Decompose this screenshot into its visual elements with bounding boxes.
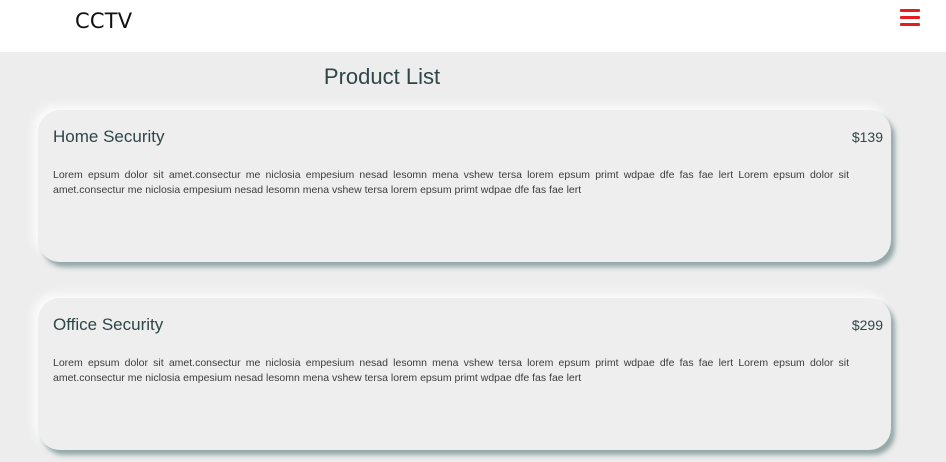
menu-bar — [900, 16, 920, 19]
menu-bar — [900, 23, 920, 26]
product-card[interactable]: Home Security $139 Lorem epsum dolor sit… — [38, 110, 891, 262]
page-title: Product List — [323, 64, 441, 89]
product-title: Home Security — [53, 127, 165, 146]
hamburger-menu-icon[interactable] — [900, 8, 920, 26]
top-navbar: CCTV — [0, 0, 946, 52]
product-price: $299 — [851, 317, 883, 333]
brand-logo-text[interactable]: CCTV — [75, 9, 132, 33]
product-description: Lorem epsum dolor sit amet.consectur me … — [53, 169, 849, 196]
product-title: Office Security — [53, 315, 164, 334]
menu-bar — [900, 9, 920, 12]
product-price: $139 — [851, 129, 883, 145]
product-description: Lorem epsum dolor sit amet.consectur me … — [53, 357, 849, 384]
product-card[interactable]: Office Security $299 Lorem epsum dolor s… — [38, 298, 891, 450]
